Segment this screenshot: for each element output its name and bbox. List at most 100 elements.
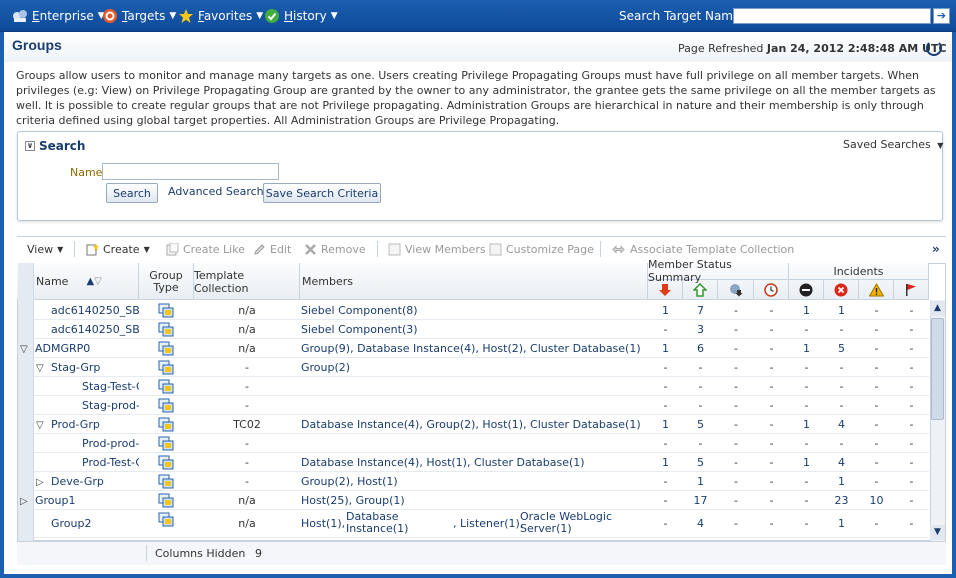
nav-targets[interactable]: Targets ▼ [102, 8, 176, 24]
member-link[interactable]: Server(1) [520, 523, 572, 535]
column-header-incidents-critical[interactable] [824, 280, 859, 300]
group-name-link[interactable]: Prod-prod-G [82, 437, 139, 450]
save-search-criteria-button[interactable]: Save Search Criteria [263, 183, 381, 203]
nav-history[interactable]: History ▼ [264, 8, 338, 24]
column-header-incidents-escalated[interactable] [894, 280, 929, 300]
collapse-icon[interactable]: ▽ [36, 416, 51, 434]
view-menu[interactable]: View ▼ [27, 242, 63, 256]
row-selector[interactable] [18, 434, 34, 453]
column-header-incidents-warning[interactable] [859, 280, 894, 300]
row-selector[interactable] [18, 377, 34, 396]
create-menu[interactable]: Create ▼ [86, 242, 150, 256]
row-selector[interactable] [18, 510, 34, 538]
cell-status-up[interactable]: 5 [683, 415, 718, 434]
cell-incidents-critical[interactable]: 4 [824, 453, 859, 472]
search-go-button[interactable]: ➔ [933, 8, 950, 24]
group-name-link[interactable]: Prod-Grp [51, 418, 100, 431]
row-selector[interactable] [18, 396, 34, 415]
advanced-search-link[interactable]: Advanced Search [168, 185, 264, 198]
cell-status-up[interactable]: 4 [683, 510, 718, 538]
view-members-button[interactable]: View Members [388, 242, 486, 256]
cell-incidents-critical[interactable]: 1 [824, 510, 859, 538]
sort-icon[interactable]: ▲▽ [86, 276, 101, 287]
group-name-link[interactable]: Stag-prod-G [82, 399, 139, 412]
customize-page-button[interactable]: Customize Page [489, 242, 594, 256]
group-name-link[interactable]: ADMGRP0 [35, 342, 90, 355]
column-header-members[interactable]: Members [300, 263, 648, 300]
row-selector[interactable] [18, 453, 34, 472]
scroll-up-button[interactable]: ▲ [930, 301, 945, 316]
cell-incidents-fatal[interactable]: 1 [789, 301, 824, 320]
nav-enterprise[interactable]: Enterprise ▼ [12, 8, 105, 24]
cell-status-down[interactable]: 1 [648, 339, 683, 358]
edit-button[interactable]: Edit [253, 242, 291, 256]
group-name-link[interactable]: Prod-Test-G [82, 456, 139, 469]
column-header-status-pending[interactable] [754, 280, 789, 300]
group-name-link[interactable]: Group1 [35, 494, 76, 507]
column-header-incidents-fatal[interactable] [789, 280, 824, 300]
column-header-status-unreachable[interactable] [718, 280, 754, 300]
members-cell[interactable]: Database Instance(4), Group(2), Host(1),… [301, 415, 647, 434]
cell-incidents-fatal[interactable]: 1 [789, 415, 824, 434]
collapse-icon[interactable]: ▽ [20, 340, 35, 358]
expand-icon[interactable]: ▷ [20, 492, 35, 510]
search-target-input[interactable] [733, 8, 931, 24]
group-name-link[interactable]: Stag-Test-G [82, 380, 139, 393]
saved-searches-menu[interactable]: Saved Searches ▼ [843, 138, 943, 151]
members-cell[interactable] [301, 396, 647, 415]
member-link[interactable]: Host(1), [301, 518, 345, 530]
members-cell[interactable] [301, 434, 647, 453]
cell-status-up[interactable]: 6 [683, 339, 718, 358]
row-selector[interactable] [18, 472, 34, 491]
scroll-thumb[interactable] [931, 318, 944, 420]
group-name-link[interactable]: Stag-Grp [51, 361, 100, 374]
cell-status-up[interactable]: 5 [683, 453, 718, 472]
cell-status-down[interactable]: 1 [648, 453, 683, 472]
cell-status-up[interactable]: 7 [683, 301, 718, 320]
cell-status-up[interactable]: 1 [683, 472, 718, 491]
cell-incidents-critical[interactable]: 1 [824, 301, 859, 320]
cell-incidents-fatal[interactable]: 1 [789, 339, 824, 358]
column-header-name[interactable]: Name ▲▽ [34, 263, 139, 300]
members-cell[interactable]: Host(1), Database Instance(1), Listener(1)… [301, 510, 647, 538]
members-cell[interactable]: Group(9), Database Instance(4), Host(2),… [301, 339, 647, 358]
collapse-icon[interactable]: ▽ [36, 359, 51, 377]
column-header-group-type[interactable]: Group Type [139, 263, 194, 300]
expand-icon[interactable]: ▷ [36, 473, 51, 491]
cell-status-up[interactable]: 3 [683, 320, 718, 339]
row-selector[interactable] [18, 320, 34, 339]
member-link[interactable]: Instance(1) [346, 523, 408, 535]
members-cell[interactable]: Host(25), Group(1) [301, 491, 647, 510]
cell-incidents-fatal[interactable]: 1 [789, 453, 824, 472]
members-cell[interactable]: Group(2), Host(1) [301, 472, 647, 491]
group-name-link[interactable]: Deve-Grp [51, 475, 104, 488]
members-cell[interactable]: Siebel Component(3) [301, 320, 647, 339]
column-header-template[interactable]: Template Collection [194, 263, 300, 300]
cell-status-down[interactable]: 1 [648, 415, 683, 434]
toolbar-overflow-button[interactable]: » [932, 242, 940, 256]
member-link[interactable]: , Listener(1), [453, 518, 523, 530]
nav-favorites[interactable]: Favorites ▼ [178, 8, 263, 24]
cell-status-up[interactable]: 17 [683, 491, 718, 510]
refresh-icon[interactable] [926, 40, 942, 56]
group-name-link[interactable]: adc6140250_SBA8 [51, 323, 139, 336]
cell-incidents-warning[interactable]: 10 [859, 491, 894, 510]
create-like-button[interactable]: Create Like [166, 242, 245, 256]
cell-incidents-critical[interactable]: 5 [824, 339, 859, 358]
members-cell[interactable] [301, 377, 647, 396]
remove-button[interactable]: Remove [304, 242, 366, 256]
name-input[interactable] [102, 163, 279, 180]
cell-incidents-critical[interactable]: 1 [824, 472, 859, 491]
members-cell[interactable]: Siebel Component(8) [301, 301, 647, 320]
group-name-link[interactable]: Group2 [51, 517, 92, 530]
group-name-link[interactable]: adc6140250_SBA8 [51, 304, 139, 317]
row-selector[interactable] [18, 301, 34, 320]
cell-incidents-critical[interactable]: 4 [824, 415, 859, 434]
search-button[interactable]: Search [106, 183, 158, 203]
cell-incidents-critical[interactable]: 23 [824, 491, 859, 510]
cell-status-down[interactable]: 1 [648, 301, 683, 320]
row-selector[interactable] [18, 358, 34, 377]
members-cell[interactable]: Database Instance(4), Host(1), Cluster D… [301, 453, 647, 472]
members-cell[interactable]: Group(2) [301, 358, 647, 377]
search-header[interactable]: ∨ Search [25, 139, 85, 153]
